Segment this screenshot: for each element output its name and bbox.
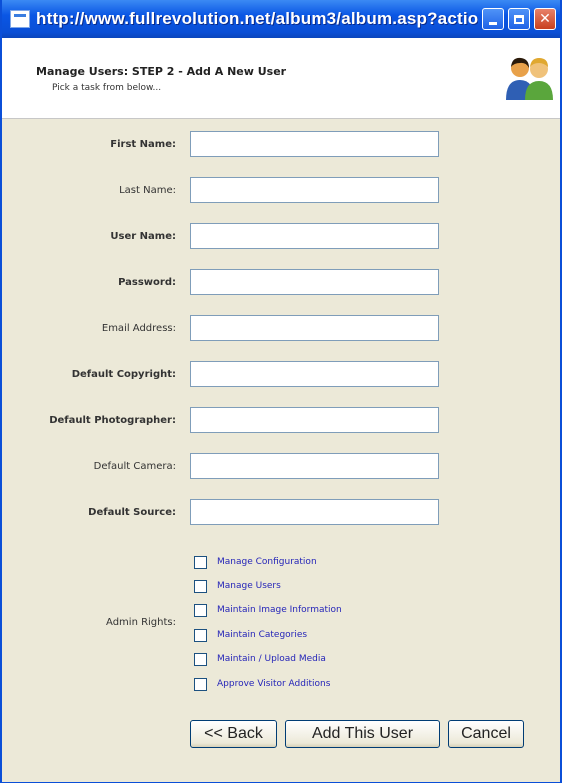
source-label: Default Source: <box>88 507 176 518</box>
checkbox[interactable] <box>194 628 207 642</box>
admin-right-manage-users[interactable]: Manage Users <box>194 577 281 595</box>
admin-right-manage-configuration[interactable]: Manage Configuration <box>194 553 317 571</box>
back-button[interactable]: << Back <box>190 720 277 748</box>
checkbox[interactable] <box>194 555 207 569</box>
user-name-label: User Name: <box>110 231 176 242</box>
minimize-icon <box>489 21 497 25</box>
password-label: Password: <box>118 277 176 288</box>
user-name-row: User Name: <box>2 223 560 251</box>
first-name-input[interactable] <box>190 131 439 157</box>
cancel-button[interactable]: Cancel <box>448 720 524 748</box>
close-button[interactable]: ✕ <box>534 8 556 30</box>
checkbox-label[interactable]: Maintain Categories <box>217 630 307 640</box>
admin-right-maintain-upload-media[interactable]: Maintain / Upload Media <box>194 650 326 668</box>
last-name-input[interactable] <box>190 177 439 203</box>
photographer-row: Default Photographer: <box>2 407 560 435</box>
add-user-form: First Name: Last Name: User Name: Passwo… <box>2 119 560 782</box>
first-name-label: First Name: <box>110 139 176 150</box>
admin-right-maintain-categories[interactable]: Maintain Categories <box>194 626 307 644</box>
page-subtitle: Pick a task from below... <box>52 83 162 93</box>
admin-right-approve-visitor-additions[interactable]: Approve Visitor Additions <box>194 675 330 693</box>
admin-right-maintain-image-information[interactable]: Maintain Image Information <box>194 601 342 619</box>
photographer-label: Default Photographer: <box>49 415 176 426</box>
popup-window: http://www.fullrevolution.net/album3/alb… <box>0 0 562 783</box>
copyright-row: Default Copyright: <box>2 361 560 389</box>
copyright-label: Default Copyright: <box>71 369 176 380</box>
users-icon <box>506 57 553 100</box>
password-row: Password: <box>2 269 560 297</box>
email-label: Email Address: <box>101 323 176 334</box>
page-title: Manage Users: STEP 2 - Add A New User <box>36 65 287 78</box>
password-input[interactable] <box>190 269 439 295</box>
maximize-icon <box>514 14 524 24</box>
user-name-input[interactable] <box>190 223 439 249</box>
source-input[interactable] <box>190 499 439 525</box>
email-input[interactable] <box>190 315 439 341</box>
page-icon <box>10 10 30 28</box>
checkbox[interactable] <box>194 603 207 617</box>
camera-label: Default Camera: <box>93 461 176 472</box>
title-bar[interactable]: http://www.fullrevolution.net/album3/alb… <box>2 0 560 38</box>
checkbox-label[interactable]: Maintain Image Information <box>217 605 342 615</box>
page-header: Manage Users: STEP 2 - Add A New User Pi… <box>2 38 560 119</box>
add-user-button[interactable]: Add This User <box>285 720 440 748</box>
photographer-input[interactable] <box>190 407 439 433</box>
email-row: Email Address: <box>2 315 560 343</box>
close-icon: ✕ <box>539 11 551 27</box>
last-name-row: Last Name: <box>2 177 560 205</box>
checkbox-label[interactable]: Manage Users <box>217 581 281 591</box>
window-title: http://www.fullrevolution.net/album3/alb… <box>36 9 478 28</box>
checkbox-label[interactable]: Maintain / Upload Media <box>217 654 326 664</box>
first-name-row: First Name: <box>2 131 560 159</box>
checkbox-label[interactable]: Manage Configuration <box>217 557 317 567</box>
checkbox-label[interactable]: Approve Visitor Additions <box>217 679 330 689</box>
camera-row: Default Camera: <box>2 453 560 481</box>
admin-rights-label: Admin Rights: <box>106 617 176 628</box>
checkbox[interactable] <box>194 579 207 593</box>
maximize-button[interactable] <box>508 8 530 30</box>
last-name-label: Last Name: <box>119 185 176 196</box>
minimize-button[interactable] <box>482 8 504 30</box>
copyright-input[interactable] <box>190 361 439 387</box>
camera-input[interactable] <box>190 453 439 479</box>
checkbox[interactable] <box>194 652 207 666</box>
checkbox[interactable] <box>194 677 207 691</box>
source-row: Default Source: <box>2 499 560 527</box>
